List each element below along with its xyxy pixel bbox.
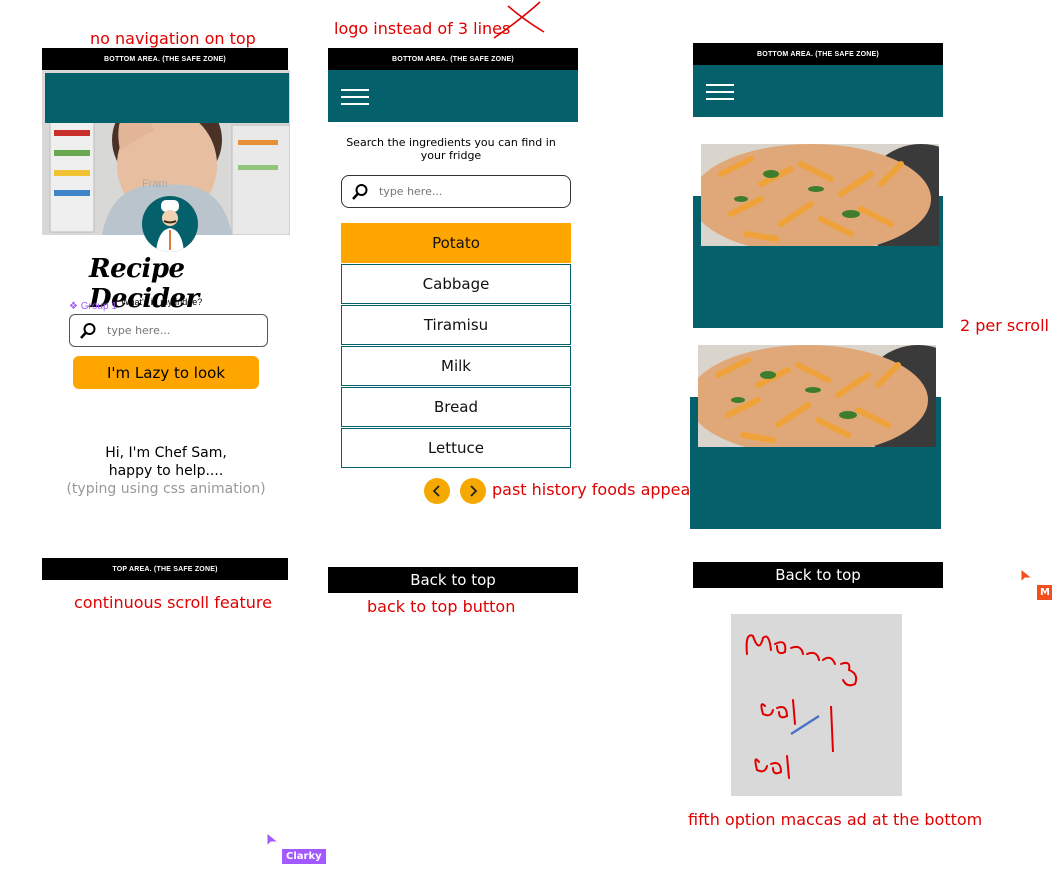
note-2-per-scroll: 2 per scroll [960, 316, 1049, 335]
search-input-2[interactable] [377, 184, 531, 199]
cross-mark-icon [493, 1, 545, 39]
back-to-top-button[interactable]: Back to top [328, 567, 578, 593]
note-continuous-scroll: continuous scroll feature [74, 593, 272, 612]
chef-greeting-line2: happy to help.... [108, 463, 224, 479]
lazy-button[interactable]: I'm Lazy to look [73, 356, 259, 389]
hamburger-menu-icon-3[interactable] [706, 84, 734, 100]
search-bar[interactable] [69, 314, 268, 347]
note-back-to-top: back to top button [367, 597, 516, 616]
note-fifth-option: fifth option maccas ad at the bottom [688, 810, 983, 829]
maccas-ad-placeholder [731, 614, 902, 796]
pasta-image-2 [698, 345, 936, 447]
frame-label: Fram [142, 178, 168, 190]
collaborator-tag-clarky: Clarky [282, 849, 326, 864]
prev-arrow-button[interactable] [424, 478, 450, 504]
handwritten-ad-sketch [745, 634, 858, 796]
chef-greeting: Hi, I'm Chef Sam, happy to help.... (typ… [42, 444, 290, 498]
search-input[interactable] [105, 323, 259, 338]
search-icon [352, 183, 368, 200]
cursor-arrow-icon [266, 832, 280, 848]
app-logo-subtitle: What's in my fridge? [121, 297, 203, 307]
ingredient-item-cabbage[interactable]: Cabbage [341, 264, 571, 304]
chevron-right-icon [470, 485, 478, 497]
chevron-left-icon [432, 485, 440, 497]
cursor-arrow-icon [1020, 568, 1034, 584]
ingredient-item-lettuce[interactable]: Lettuce [341, 428, 571, 468]
search-icon [80, 322, 96, 339]
ingredient-item-milk[interactable]: Milk [341, 346, 571, 386]
figma-group-label: ❖ Group 1 [69, 301, 117, 312]
chef-greeting-line1: Hi, I'm Chef Sam, [105, 445, 227, 461]
ingredient-item-bread[interactable]: Bread [341, 387, 571, 427]
search-instruction: Search the ingredients you can find in y… [346, 136, 556, 162]
pasta-image-1 [701, 144, 939, 246]
search-bar-2[interactable] [341, 175, 571, 208]
chef-greeting-line3: (typing using css animation) [66, 481, 266, 497]
chef-logo-icon [142, 196, 198, 252]
collaborator-tag-m: M [1037, 585, 1052, 600]
back-to-top-button-3[interactable]: Back to top [693, 562, 943, 588]
safe-zone-top-bar-2: BOTTOM AREA. (THE SAFE ZONE) [328, 48, 578, 70]
hamburger-menu-icon[interactable] [341, 89, 369, 105]
note-no-navigation: no navigation on top [90, 29, 256, 48]
ingredient-item-potato[interactable]: Potato [341, 223, 571, 263]
note-past-history: past history foods appear [492, 480, 697, 499]
next-arrow-button[interactable] [460, 478, 486, 504]
safe-zone-top-bar: BOTTOM AREA. (THE SAFE ZONE) [42, 48, 288, 70]
note-logo-instead: logo instead of 3 lines [334, 19, 511, 38]
safe-zone-top-bar-3: BOTTOM AREA. (THE SAFE ZONE) [693, 43, 943, 65]
safe-zone-bottom-bar: TOP AREA. (THE SAFE ZONE) [42, 558, 288, 580]
ingredient-item-tiramisu[interactable]: Tiramisu [341, 305, 571, 345]
header-bar [45, 73, 289, 123]
